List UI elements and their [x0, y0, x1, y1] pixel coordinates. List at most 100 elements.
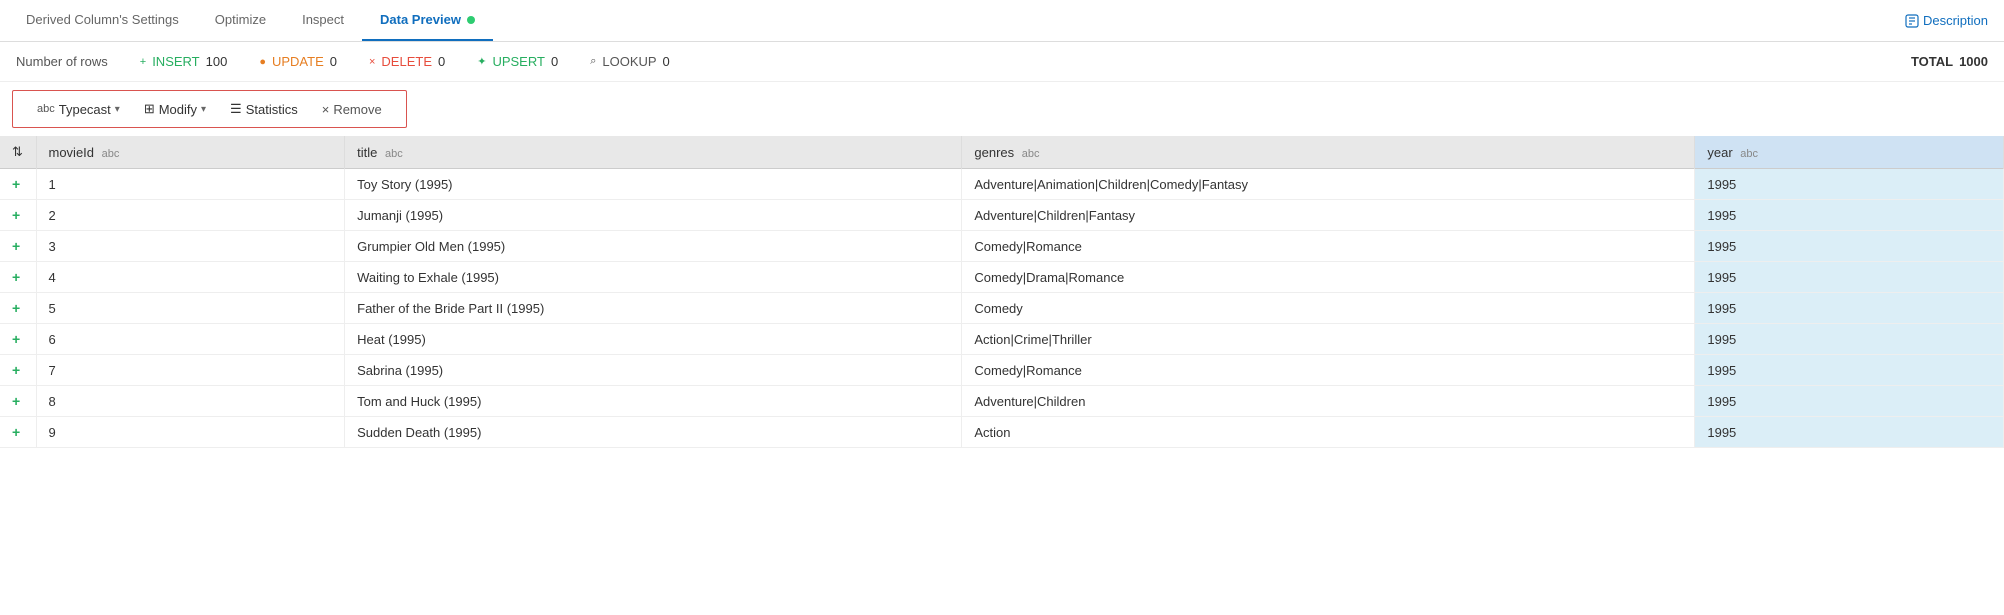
cell-genres: Comedy|Romance: [962, 355, 1695, 386]
tab-bar: Derived Column's Settings Optimize Inspe…: [0, 0, 2004, 42]
cell-title: Sabrina (1995): [345, 355, 962, 386]
description-label: Description: [1923, 13, 1988, 28]
tab-derived[interactable]: Derived Column's Settings: [8, 0, 197, 41]
delete-value: 0: [438, 54, 445, 69]
typecast-chevron-icon: ▾: [115, 104, 120, 115]
col-genres[interactable]: genres abc: [962, 136, 1695, 169]
table-row: +7Sabrina (1995)Comedy|Romance1995: [0, 355, 2004, 386]
cell-title: Father of the Bride Part II (1995): [345, 293, 962, 324]
delete-icon: ×: [369, 56, 375, 68]
table-row: +3Grumpier Old Men (1995)Comedy|Romance1…: [0, 231, 2004, 262]
statistics-button[interactable]: ☰ Statistics: [218, 97, 310, 121]
tab-optimize[interactable]: Optimize: [197, 0, 284, 41]
upsert-label: UPSERT: [492, 54, 545, 69]
row-expand-cell: +: [0, 417, 36, 448]
row-add-button[interactable]: +: [12, 393, 20, 409]
cell-title: Waiting to Exhale (1995): [345, 262, 962, 293]
row-add-button[interactable]: +: [12, 269, 20, 285]
cell-year: 1995: [1695, 417, 2004, 448]
delete-stat: × DELETE 0: [369, 54, 445, 69]
description-button[interactable]: Description: [1897, 9, 1996, 32]
table-body: +1Toy Story (1995)Adventure|Animation|Ch…: [0, 169, 2004, 448]
tab-inspect[interactable]: Inspect: [284, 0, 362, 41]
cell-title: Toy Story (1995): [345, 169, 962, 200]
cell-movieid: 9: [36, 417, 345, 448]
column-toolbar: abc Typecast ▾ ⊞ Modify ▾ ☰ Statistics ×…: [12, 90, 407, 128]
cell-genres: Adventure|Animation|Children|Comedy|Fant…: [962, 169, 1695, 200]
upsert-stat: ✦ UPSERT 0: [477, 54, 558, 69]
sort-icon: ⇅: [12, 144, 23, 159]
row-add-button[interactable]: +: [12, 300, 20, 316]
row-expand-cell: +: [0, 200, 36, 231]
col-title[interactable]: title abc: [345, 136, 962, 169]
cell-year: 1995: [1695, 200, 2004, 231]
upsert-icon: ✦: [477, 55, 486, 68]
table-header-row: ⇅ movieId abc title abc genres abc year …: [0, 136, 2004, 169]
statistics-label: Statistics: [246, 102, 298, 117]
insert-value: 100: [206, 54, 228, 69]
statistics-icon: ☰: [230, 101, 242, 117]
modify-label: Modify: [159, 102, 197, 117]
table-row: +4Waiting to Exhale (1995)Comedy|Drama|R…: [0, 262, 2004, 293]
cell-movieid: 8: [36, 386, 345, 417]
insert-icon: +: [140, 56, 146, 68]
lookup-value: 0: [663, 54, 670, 69]
cell-genres: Comedy: [962, 293, 1695, 324]
cell-title: Jumanji (1995): [345, 200, 962, 231]
cell-year: 1995: [1695, 324, 2004, 355]
col-year[interactable]: year abc: [1695, 136, 2004, 169]
row-expand-cell: +: [0, 324, 36, 355]
cell-movieid: 5: [36, 293, 345, 324]
row-add-button[interactable]: +: [12, 424, 20, 440]
cell-title: Grumpier Old Men (1995): [345, 231, 962, 262]
cell-year: 1995: [1695, 262, 2004, 293]
table-row: +2Jumanji (1995)Adventure|Children|Fanta…: [0, 200, 2004, 231]
row-add-button[interactable]: +: [12, 362, 20, 378]
lookup-stat: ⌕ LOOKUP 0: [590, 54, 670, 69]
description-icon: [1905, 14, 1919, 28]
typecast-button[interactable]: abc Typecast ▾: [25, 98, 132, 121]
cell-year: 1995: [1695, 293, 2004, 324]
tab-datapreview-label: Data Preview: [380, 12, 461, 27]
delete-label: DELETE: [381, 54, 432, 69]
rows-label: Number of rows: [16, 54, 108, 69]
remove-button[interactable]: × Remove: [310, 98, 394, 121]
cell-movieid: 7: [36, 355, 345, 386]
cell-year: 1995: [1695, 169, 2004, 200]
cell-genres: Comedy|Romance: [962, 231, 1695, 262]
row-add-button[interactable]: +: [12, 331, 20, 347]
cell-movieid: 6: [36, 324, 345, 355]
update-icon: ●: [259, 56, 266, 68]
row-add-button[interactable]: +: [12, 207, 20, 223]
row-add-button[interactable]: +: [12, 176, 20, 192]
cell-title: Heat (1995): [345, 324, 962, 355]
insert-stat: + INSERT 100: [140, 54, 228, 69]
cell-year: 1995: [1695, 386, 2004, 417]
modify-icon: ⊞: [144, 101, 155, 117]
row-expand-cell: +: [0, 355, 36, 386]
cell-year: 1995: [1695, 231, 2004, 262]
total-stat: TOTAL 1000: [1911, 54, 1988, 69]
total-label: TOTAL: [1911, 54, 1953, 69]
table-row: +1Toy Story (1995)Adventure|Animation|Ch…: [0, 169, 2004, 200]
cell-genres: Action: [962, 417, 1695, 448]
col-movieid[interactable]: movieId abc: [36, 136, 345, 169]
tab-datapreview[interactable]: Data Preview: [362, 0, 493, 41]
cell-genres: Adventure|Children|Fantasy: [962, 200, 1695, 231]
cell-genres: Action|Crime|Thriller: [962, 324, 1695, 355]
update-stat: ● UPDATE 0: [259, 54, 337, 69]
cell-genres: Comedy|Drama|Romance: [962, 262, 1695, 293]
table-row: +9Sudden Death (1995)Action1995: [0, 417, 2004, 448]
modify-button[interactable]: ⊞ Modify ▾: [132, 97, 218, 121]
row-expand-cell: +: [0, 293, 36, 324]
cell-movieid: 2: [36, 200, 345, 231]
cell-year: 1995: [1695, 355, 2004, 386]
cell-movieid: 1: [36, 169, 345, 200]
table-row: +5Father of the Bride Part II (1995)Come…: [0, 293, 2004, 324]
row-expand-cell: +: [0, 231, 36, 262]
modify-chevron-icon: ▾: [201, 104, 206, 115]
col-expand[interactable]: ⇅: [0, 136, 36, 169]
row-add-button[interactable]: +: [12, 238, 20, 254]
total-value: 1000: [1959, 54, 1988, 69]
row-expand-cell: +: [0, 386, 36, 417]
